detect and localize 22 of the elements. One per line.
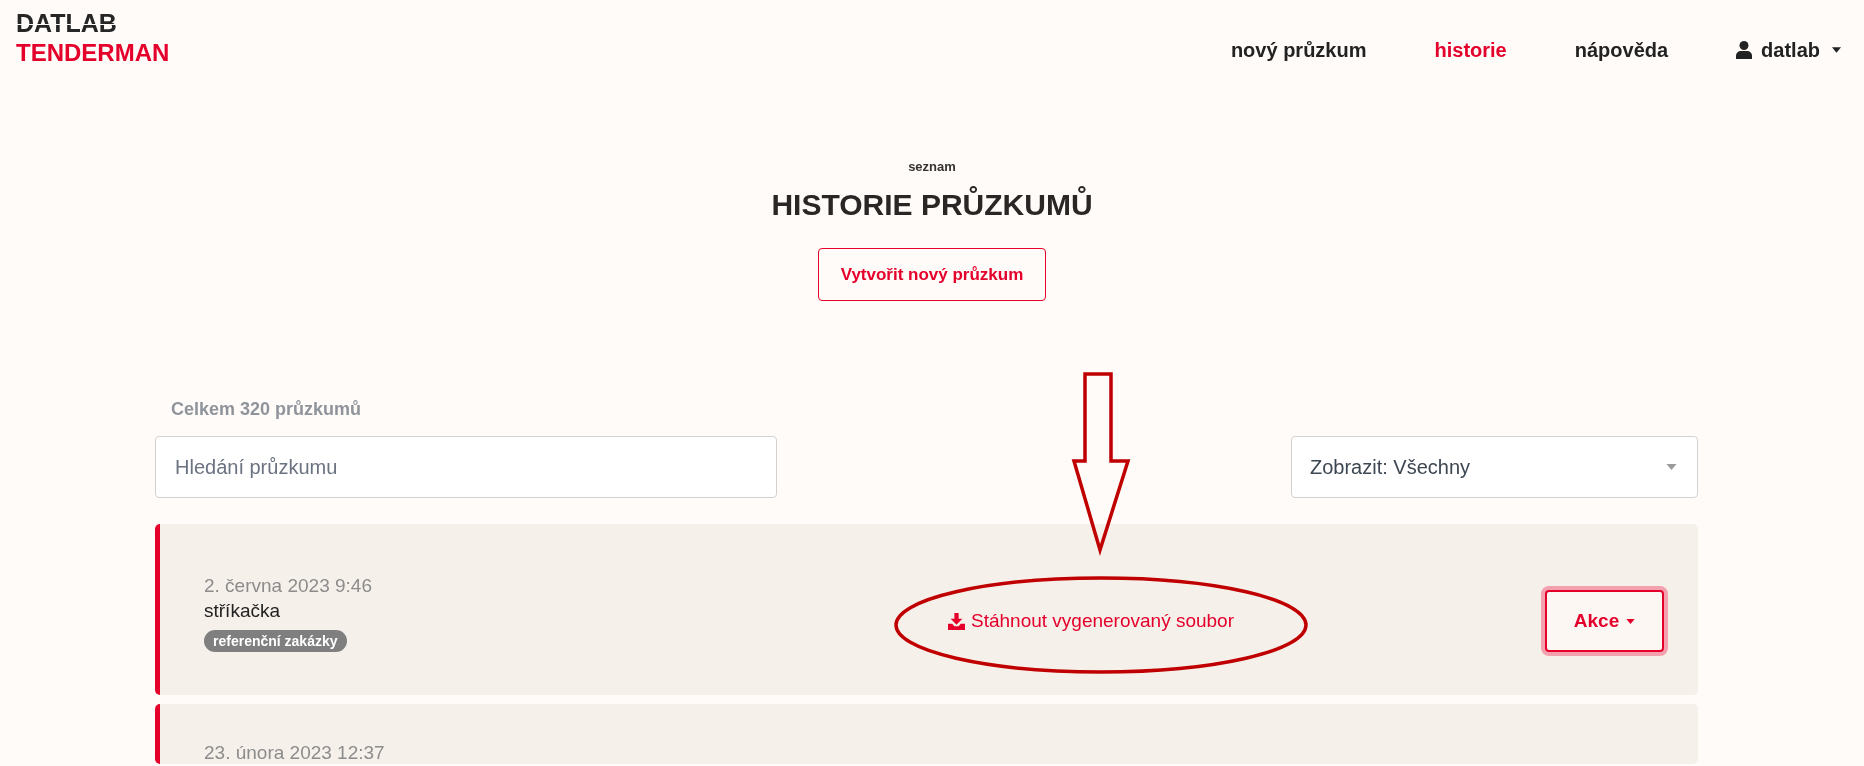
download-icon <box>948 612 965 630</box>
survey-date: 2. června 2023 9:46 <box>204 575 372 597</box>
download-link[interactable]: Stáhnout vygenerovaný soubor <box>948 606 1234 636</box>
logo-wordmark: DATLAB <box>16 11 117 36</box>
caret-icon <box>1626 618 1636 624</box>
search-field[interactable]: Hledání průzkumu <box>155 436 777 498</box>
survey-name: stříkačka <box>204 600 281 622</box>
user-menu-button[interactable]: datlab <box>1736 36 1841 64</box>
filter-select[interactable]: Zobrazit: Všechny <box>1291 436 1698 498</box>
person-icon <box>1736 41 1753 59</box>
nav-link[interactable]: historie <box>1434 36 1507 64</box>
overline-label: seznam <box>908 159 956 175</box>
nav-link[interactable]: nový průzkum <box>1230 36 1367 64</box>
create-survey-button[interactable]: Vytvořit nový průzkum <box>817 248 1047 301</box>
tag: referenční zakázky <box>204 630 347 652</box>
page-title: HISTORIE PRŮZKUMŮ <box>771 187 1093 222</box>
survey-date: 23. února 2023 12:37 <box>204 742 385 764</box>
product-name: TENDERMAN <box>16 41 170 65</box>
survey-count: Celkem 320 průzkumů <box>171 399 362 419</box>
caret-icon <box>1666 464 1677 470</box>
nav-link[interactable]: nápověda <box>1574 36 1669 64</box>
caret-icon <box>1832 47 1841 53</box>
